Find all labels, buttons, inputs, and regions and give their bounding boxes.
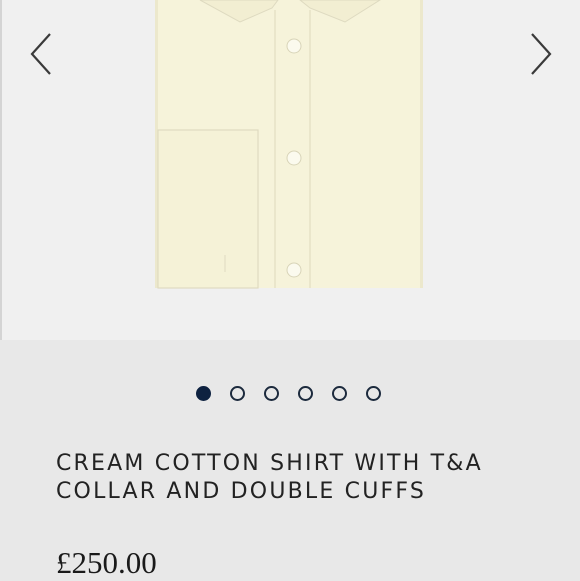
chevron-right-icon: [531, 33, 552, 75]
product-title-line-1: CREAM COTTON SHIRT WITH T&A: [56, 451, 483, 476]
pagination-dot-2[interactable]: [230, 386, 245, 401]
chevron-left-icon: [30, 33, 51, 75]
product-image: [155, 0, 423, 289]
next-image-button[interactable]: [520, 30, 560, 78]
pagination-dot-4[interactable]: [298, 386, 313, 401]
image-pagination-dots: [196, 386, 400, 406]
product-title: CREAM COTTON SHIRT WITH T&A COLLAR AND D…: [56, 450, 556, 506]
pagination-dot-5[interactable]: [332, 386, 347, 401]
pagination-dot-1[interactable]: [196, 386, 211, 401]
product-price: £250.00: [56, 545, 157, 580]
product-title-line-2: COLLAR AND DOUBLE CUFFS: [56, 479, 427, 504]
product-image-gallery[interactable]: [0, 0, 580, 340]
previous-image-button[interactable]: [22, 30, 62, 78]
pagination-dot-3[interactable]: [264, 386, 279, 401]
gallery-border: [0, 0, 2, 340]
pagination-dot-6[interactable]: [366, 386, 381, 401]
